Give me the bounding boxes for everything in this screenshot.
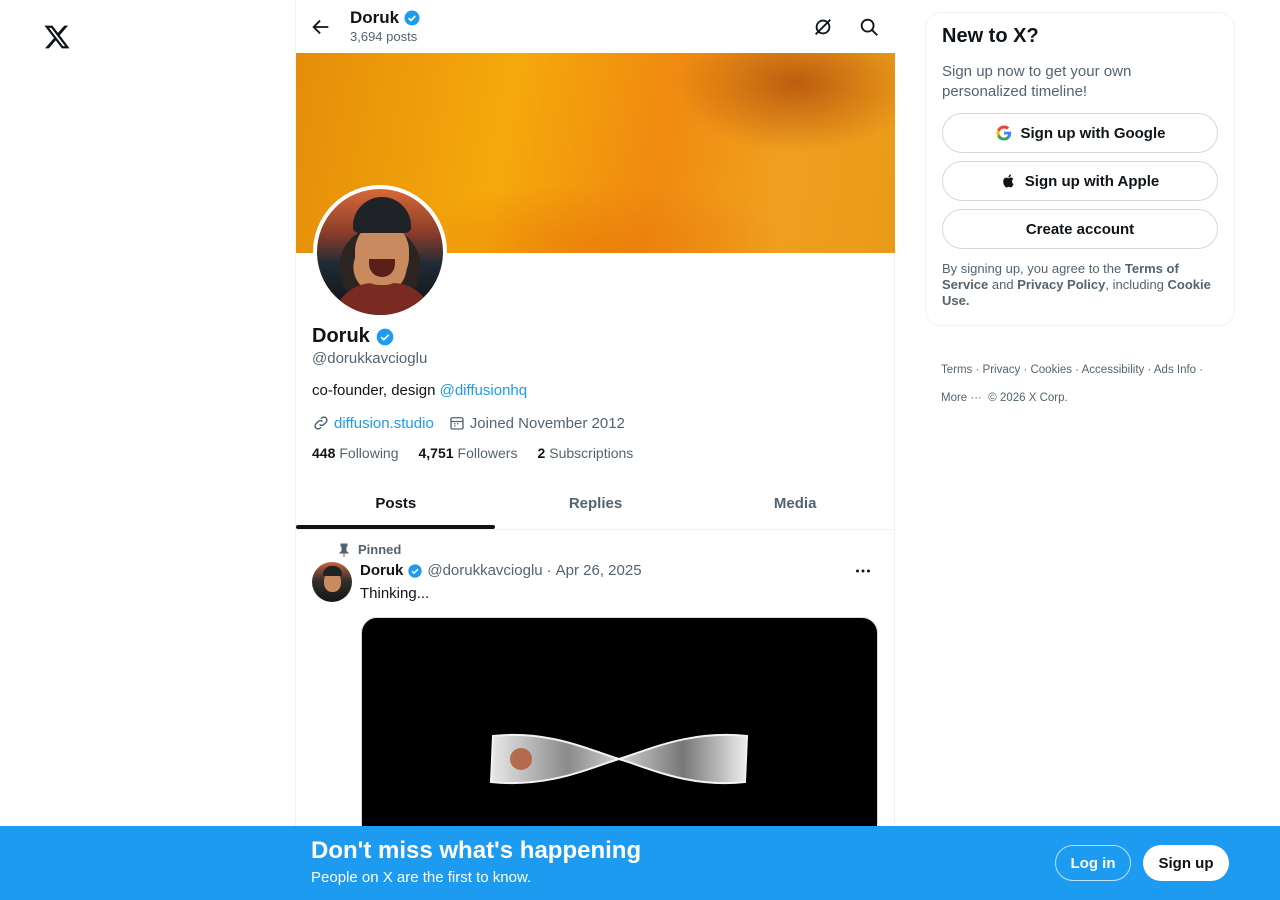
post-text: Thinking... <box>360 585 430 602</box>
profile-name-text: Doruk <box>312 325 370 347</box>
footer-link-ads-info[interactable]: Ads Info <box>1154 364 1196 376</box>
followers-count: 4,751 <box>418 445 454 461</box>
profile-header-bar: Doruk 3,694 posts <box>296 0 895 53</box>
page: Doruk 3,694 posts Doruk @dorukkavcioglu … <box>0 0 1280 900</box>
footer-link-cookies[interactable]: Cookies <box>1030 364 1072 376</box>
search-icon[interactable] <box>858 16 880 38</box>
following-label: Following <box>339 445 399 461</box>
signup-google-button[interactable]: Sign up with Google <box>942 113 1218 153</box>
signup-title: New to X? <box>942 25 1039 47</box>
footer-link-more[interactable]: More ··· <box>941 392 982 404</box>
media-image <box>489 730 749 788</box>
footer-links: Terms · Privacy · Cookies · Accessibilit… <box>941 364 1204 404</box>
footer-link-terms[interactable]: Terms <box>941 364 972 376</box>
legal-text-1: By signing up, you agree to the <box>942 261 1125 276</box>
post-media[interactable] <box>361 617 878 847</box>
following-link[interactable]: 448 Following <box>312 445 399 461</box>
profile-name: Doruk <box>312 325 395 348</box>
bottom-bar-subtitle: People on X are the first to know. <box>311 869 532 886</box>
signup-legal-text: By signing up, you agree to the Terms of… <box>942 261 1218 309</box>
back-arrow-icon[interactable] <box>310 16 332 38</box>
post-date[interactable]: Apr 26, 2025 <box>556 562 642 579</box>
profile-meta: diffusion.studio Joined November 2012 <box>312 414 625 432</box>
bio-text: co-founder, design <box>312 382 440 399</box>
profile-tabs: Posts Replies Media <box>296 477 895 530</box>
apple-icon <box>1001 172 1017 190</box>
post-separator: · <box>546 562 552 579</box>
subscriptions-label: Subscriptions <box>549 445 634 461</box>
signup-apple-button[interactable]: Sign up with Apple <box>942 161 1218 201</box>
login-button[interactable]: Log in <box>1055 845 1131 881</box>
signup-google-label: Sign up with Google <box>1020 124 1166 142</box>
subscriptions-count: 2 <box>537 445 546 461</box>
signup-button[interactable]: Sign up <box>1143 845 1229 881</box>
header-name-text: Doruk <box>350 8 400 27</box>
pinned-indicator: Pinned <box>338 542 401 557</box>
verified-badge-icon[interactable] <box>375 327 395 347</box>
create-account-button[interactable]: Create account <box>942 209 1218 249</box>
google-icon <box>995 124 1013 142</box>
pin-icon <box>338 543 350 557</box>
link-icon <box>312 414 330 432</box>
followers-link[interactable]: 4,751 Followers <box>419 445 518 461</box>
joined-date: Joined November 2012 <box>469 414 625 432</box>
followers-label: Followers <box>457 445 518 461</box>
bottom-bar-title: Don't miss what's happening <box>311 837 642 864</box>
post-handle[interactable]: @dorukkavcioglu <box>427 562 542 579</box>
post-avatar[interactable] <box>312 562 352 602</box>
tab-media[interactable]: Media <box>695 477 895 529</box>
post-author[interactable]: Doruk <box>360 562 403 579</box>
tab-posts[interactable]: Posts <box>296 477 496 529</box>
profile-handle: @dorukkavcioglu <box>312 350 428 367</box>
verified-badge-icon <box>407 563 423 579</box>
pinned-label: Pinned <box>358 542 402 557</box>
legal-text-2: and <box>988 277 1018 292</box>
signup-card: New to X? Sign up now to get your own pe… <box>925 12 1235 326</box>
header-posts-count: 3,694 posts <box>350 29 418 44</box>
calendar-icon <box>448 414 466 432</box>
privacy-link[interactable]: Privacy Policy <box>1017 277 1105 292</box>
footer-link-accessibility[interactable]: Accessibility <box>1082 364 1145 376</box>
more-options-icon[interactable] <box>852 560 874 582</box>
post-header: Doruk @dorukkavcioglu · Apr 26, 2025 <box>360 562 642 579</box>
grok-icon[interactable] <box>812 16 834 38</box>
x-logo-icon[interactable] <box>43 23 71 51</box>
main-column: Doruk 3,694 posts Doruk @dorukkavcioglu … <box>295 0 895 900</box>
legal-text-3: , including <box>1105 277 1168 292</box>
profile-avatar[interactable] <box>313 185 447 319</box>
profile-stats: 448 Following 4,751 Followers 2 Subscriptio… <box>312 445 633 461</box>
pinned-post[interactable]: Pinned Doruk @dorukkavcioglu · Apr 26, 2… <box>296 530 895 847</box>
signup-apple-label: Sign up with Apple <box>1024 172 1160 190</box>
following-count: 448 <box>312 445 336 461</box>
verified-badge-icon <box>403 9 421 27</box>
footer-copyright: © 2026 X Corp. <box>988 392 1068 404</box>
profile-bio: co-founder, design @diffusionhq <box>312 382 527 399</box>
footer-link-privacy[interactable]: Privacy <box>983 364 1021 376</box>
bio-mention-link[interactable]: @diffusionhq <box>440 382 528 399</box>
bottom-signup-bar: Don't miss what's happening People on X … <box>0 826 1280 900</box>
signup-subtitle: Sign up now to get your own personalized… <box>942 63 1132 100</box>
tab-replies[interactable]: Replies <box>496 477 696 529</box>
subscriptions-link[interactable]: 2 Subscriptions <box>537 445 633 461</box>
website-link[interactable]: diffusion.studio <box>334 415 434 432</box>
header-name: Doruk <box>350 8 421 28</box>
